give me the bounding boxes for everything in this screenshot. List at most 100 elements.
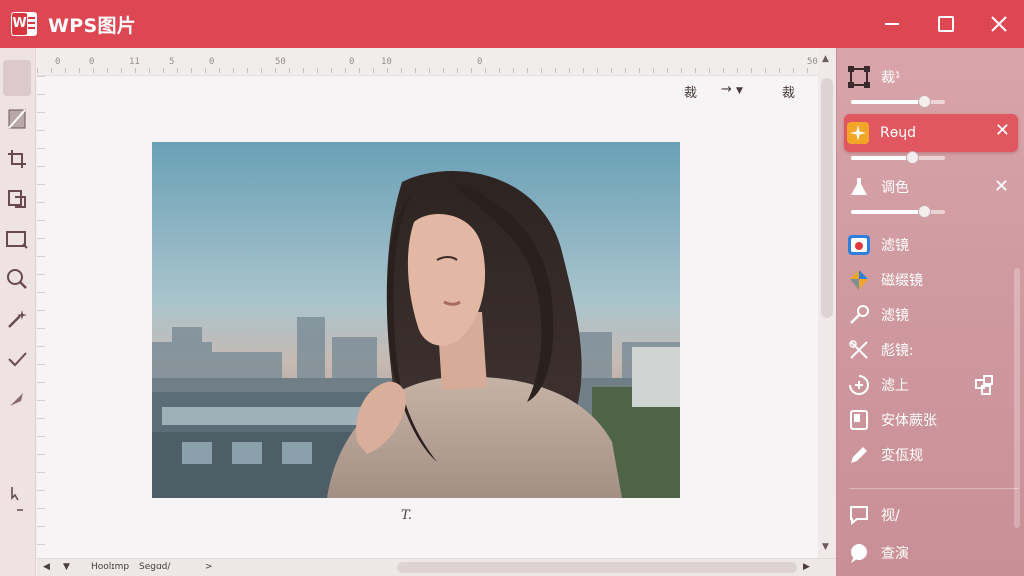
panel-item-pin[interactable]: 磁缀镜 (845, 263, 1017, 297)
status-segment-2[interactable]: Segɑd/ (139, 562, 170, 572)
flask-icon (845, 173, 873, 201)
crop-option-label-right[interactable]: 裁 (782, 82, 795, 101)
portrait-frame-icon (845, 406, 873, 434)
magic-wand-tool-button[interactable] (3, 304, 31, 334)
panel-selected-item[interactable]: Rөɥd ✕ (844, 114, 1018, 152)
panel-item-comment[interactable]: 视/ (845, 498, 1017, 532)
ruler-label: 0 (89, 57, 95, 67)
adjust-label: 调色 (881, 180, 909, 196)
crop-label: 裁¹ (881, 70, 901, 86)
left-toolbar (0, 48, 36, 576)
pointer-icon (11, 487, 23, 511)
scroll-down-icon[interactable]: ▼ (822, 542, 829, 552)
zoom-tool-button[interactable] (3, 264, 31, 294)
scroll-up-icon[interactable]: ▲ (822, 54, 829, 64)
panel-item-body[interactable]: 安体蕨张 (845, 403, 1017, 437)
slider-knob[interactable] (906, 151, 920, 164)
ruler-label: 0 (349, 57, 355, 67)
panel-divider (849, 488, 1019, 489)
transform-icon (845, 371, 873, 399)
item-label: 彪镜: (881, 343, 914, 359)
minimize-icon (885, 23, 899, 25)
vertical-scrollbar[interactable]: ▲ ▼ (818, 48, 836, 558)
main-photo[interactable] (152, 142, 680, 498)
brush-icon (10, 393, 23, 406)
panel-scrollbar[interactable] (1014, 268, 1020, 528)
close-icon (991, 16, 1007, 32)
ruler-label: 0 (477, 57, 483, 67)
minimize-button[interactable] (877, 10, 907, 38)
ruler-label: 5 (169, 57, 175, 67)
resize-icon (6, 231, 28, 249)
brush-tool-button[interactable] (3, 384, 31, 414)
scroll-right-icon[interactable]: ▶ (803, 562, 810, 572)
left-arrow-icon[interactable]: ◀ (43, 562, 50, 572)
chat-bubble-icon (845, 539, 873, 567)
sparkle-icon (844, 119, 872, 147)
effect-slider[interactable] (851, 151, 945, 164)
ruler-label: 0 (209, 57, 215, 67)
item-label: 滤上 (881, 378, 909, 394)
item-label: 滤镜 (881, 238, 909, 254)
item-label: 磁缀镜 (881, 273, 923, 289)
logo-letter: W (12, 13, 27, 35)
layer-tool-button[interactable] (3, 104, 31, 134)
slider-knob[interactable] (918, 205, 932, 218)
slider-knob[interactable] (918, 95, 932, 108)
panel-item-filter[interactable]: 滤镜 (845, 228, 1017, 262)
panel-adjust-color[interactable]: 调色 ✕ (845, 170, 1017, 204)
horizontal-scrollbar-thumb[interactable] (397, 562, 797, 573)
item-label: 滤镜 (881, 308, 909, 324)
panel-item-chat[interactable]: 查演 (845, 536, 1017, 570)
ruler-label: 50 (807, 57, 818, 67)
ruler-label: 50 (275, 57, 286, 67)
panel-item-pen[interactable]: 変佤规 (845, 438, 1017, 472)
pointer-tool-button[interactable] (3, 484, 31, 514)
direction-dropdown[interactable]: → ▼ (721, 82, 743, 97)
select-tool-button[interactable] (3, 60, 31, 96)
check-tool-button[interactable] (3, 344, 31, 374)
puzzle-icon[interactable] (973, 374, 995, 400)
close-icon[interactable]: ✕ (994, 176, 1009, 197)
vertical-ruler (37, 76, 45, 558)
layer-icon (8, 109, 26, 129)
panel-item-eyedropper[interactable]: 滤镜 (845, 298, 1017, 332)
ruler-label: 0 (55, 57, 61, 67)
crop-icon (8, 150, 26, 168)
page-dropdown-icon[interactable]: ▼ (63, 562, 70, 572)
panel-item-transform[interactable]: 滤上 (845, 368, 1017, 402)
item-label: 変佤规 (881, 448, 923, 464)
location-icon (845, 266, 873, 294)
item-label: 查演 (881, 546, 909, 562)
magic-wand-icon (8, 310, 27, 328)
scrollbar-thumb[interactable] (821, 78, 833, 318)
item-label: 安体蕨张 (881, 413, 937, 429)
close-icon[interactable]: ✕ (995, 120, 1010, 141)
filter-app-icon (845, 231, 873, 259)
search-icon (7, 269, 27, 289)
selected-label: Rөɥd (880, 125, 917, 141)
effect-slider-fill (851, 156, 913, 160)
photo-caption: T. (401, 508, 412, 523)
maximize-icon (938, 16, 954, 32)
crop-tool-button[interactable] (3, 144, 31, 174)
adjust-slider[interactable] (851, 205, 945, 218)
nav-next[interactable]: > (205, 562, 213, 572)
close-button[interactable] (984, 10, 1014, 38)
panel-item-tools[interactable]: 彪镜: (845, 333, 1017, 367)
crop-option-label[interactable]: 裁 (684, 82, 697, 101)
adjust-slider-fill (851, 210, 925, 214)
maximize-button[interactable] (931, 10, 961, 38)
chevron-down-icon: ▼ (736, 86, 743, 96)
crop-slider[interactable] (851, 95, 945, 108)
pencil-icon (845, 441, 873, 469)
canvas-area[interactable]: 0 0 11 5 0 50 0 10 0 50 裁 → ▼ 裁 T. (37, 48, 818, 558)
ruler-label: 11 (129, 57, 140, 67)
rotate-tool-button[interactable] (3, 184, 31, 214)
resize-tool-button[interactable] (3, 224, 31, 254)
item-label: 视/ (881, 508, 900, 524)
right-panel: 裁¹ Rөɥd ✕ 调色 ✕ 滤镜 磁缀镜 滤镜 彪镜: 滤上 安体蕨张 変佤规… (836, 48, 1024, 576)
status-bar: ◀ ▼ Hoolɪmp Segɑd/ > ▶ (37, 558, 836, 576)
status-segment-1[interactable]: Hoolɪmp (91, 562, 129, 572)
panel-crop[interactable]: 裁¹ (845, 60, 1017, 94)
